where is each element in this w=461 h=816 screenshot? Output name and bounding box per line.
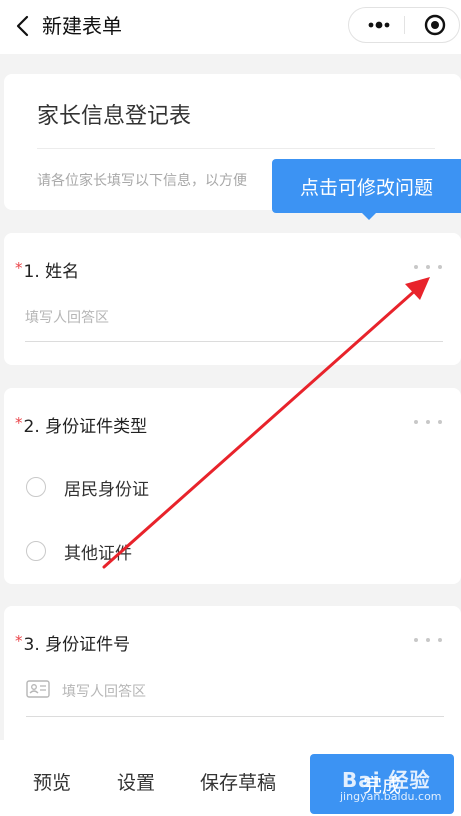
radio-option-label: 其他证件 bbox=[64, 543, 132, 564]
back-icon[interactable] bbox=[10, 13, 34, 39]
capsule-divider bbox=[404, 16, 405, 34]
radio-button[interactable] bbox=[26, 477, 46, 497]
question-label: 3. 身份证件号 bbox=[23, 635, 131, 655]
save-draft-button[interactable]: 保存草稿 bbox=[200, 768, 276, 795]
answer-underline bbox=[25, 341, 443, 342]
required-mark: * bbox=[15, 632, 23, 650]
question-more-icon[interactable] bbox=[414, 263, 442, 271]
done-button[interactable]: 完成 bbox=[310, 754, 454, 814]
radio-option[interactable]: 其他证件 bbox=[26, 539, 132, 564]
question-card-id-type[interactable]: *2. 身份证件类型 居民身份证 其他证件 bbox=[4, 388, 461, 584]
question-title: *3. 身份证件号 bbox=[15, 630, 130, 655]
question-more-icon[interactable] bbox=[414, 418, 442, 426]
edit-hint-tooltip: 点击可修改问题 bbox=[272, 159, 461, 213]
radio-button[interactable] bbox=[26, 541, 46, 561]
close-mini-program-icon[interactable] bbox=[417, 8, 453, 42]
preview-button[interactable]: 预览 bbox=[33, 768, 71, 795]
mini-program-capsule bbox=[348, 7, 460, 43]
question-label: 2. 身份证件类型 bbox=[23, 417, 148, 437]
form-description[interactable]: 请各位家长填写以下信息，以方便 bbox=[37, 170, 247, 190]
question-label: 1. 姓名 bbox=[23, 262, 80, 282]
tooltip-pointer bbox=[361, 212, 377, 220]
radio-option-label: 居民身份证 bbox=[64, 479, 149, 500]
top-nav-bar: 新建表单 bbox=[0, 0, 461, 54]
question-card-id-number[interactable]: *3. 身份证件号 填写人回答区 bbox=[4, 606, 461, 756]
settings-button[interactable]: 设置 bbox=[117, 768, 155, 795]
form-title[interactable]: 家长信息登记表 bbox=[37, 98, 191, 130]
answer-underline bbox=[26, 716, 444, 717]
id-answer-row: 填写人回答区 bbox=[26, 680, 146, 702]
question-title: *1. 姓名 bbox=[15, 257, 79, 282]
question-more-icon[interactable] bbox=[414, 636, 442, 644]
radio-option[interactable]: 居民身份证 bbox=[26, 475, 149, 500]
required-mark: * bbox=[15, 259, 23, 277]
id-card-icon bbox=[26, 680, 50, 702]
title-divider bbox=[37, 148, 435, 149]
more-options-icon[interactable] bbox=[361, 8, 397, 42]
question-card-name[interactable]: *1. 姓名 填写人回答区 bbox=[4, 233, 461, 365]
page-title: 新建表单 bbox=[42, 14, 122, 38]
question-title: *2. 身份证件类型 bbox=[15, 412, 147, 437]
answer-placeholder: 填写人回答区 bbox=[25, 310, 109, 326]
bottom-action-bar: 预览 设置 保存草稿 完成 bbox=[0, 740, 461, 816]
required-mark: * bbox=[15, 414, 23, 432]
answer-placeholder: 填写人回答区 bbox=[62, 684, 146, 700]
